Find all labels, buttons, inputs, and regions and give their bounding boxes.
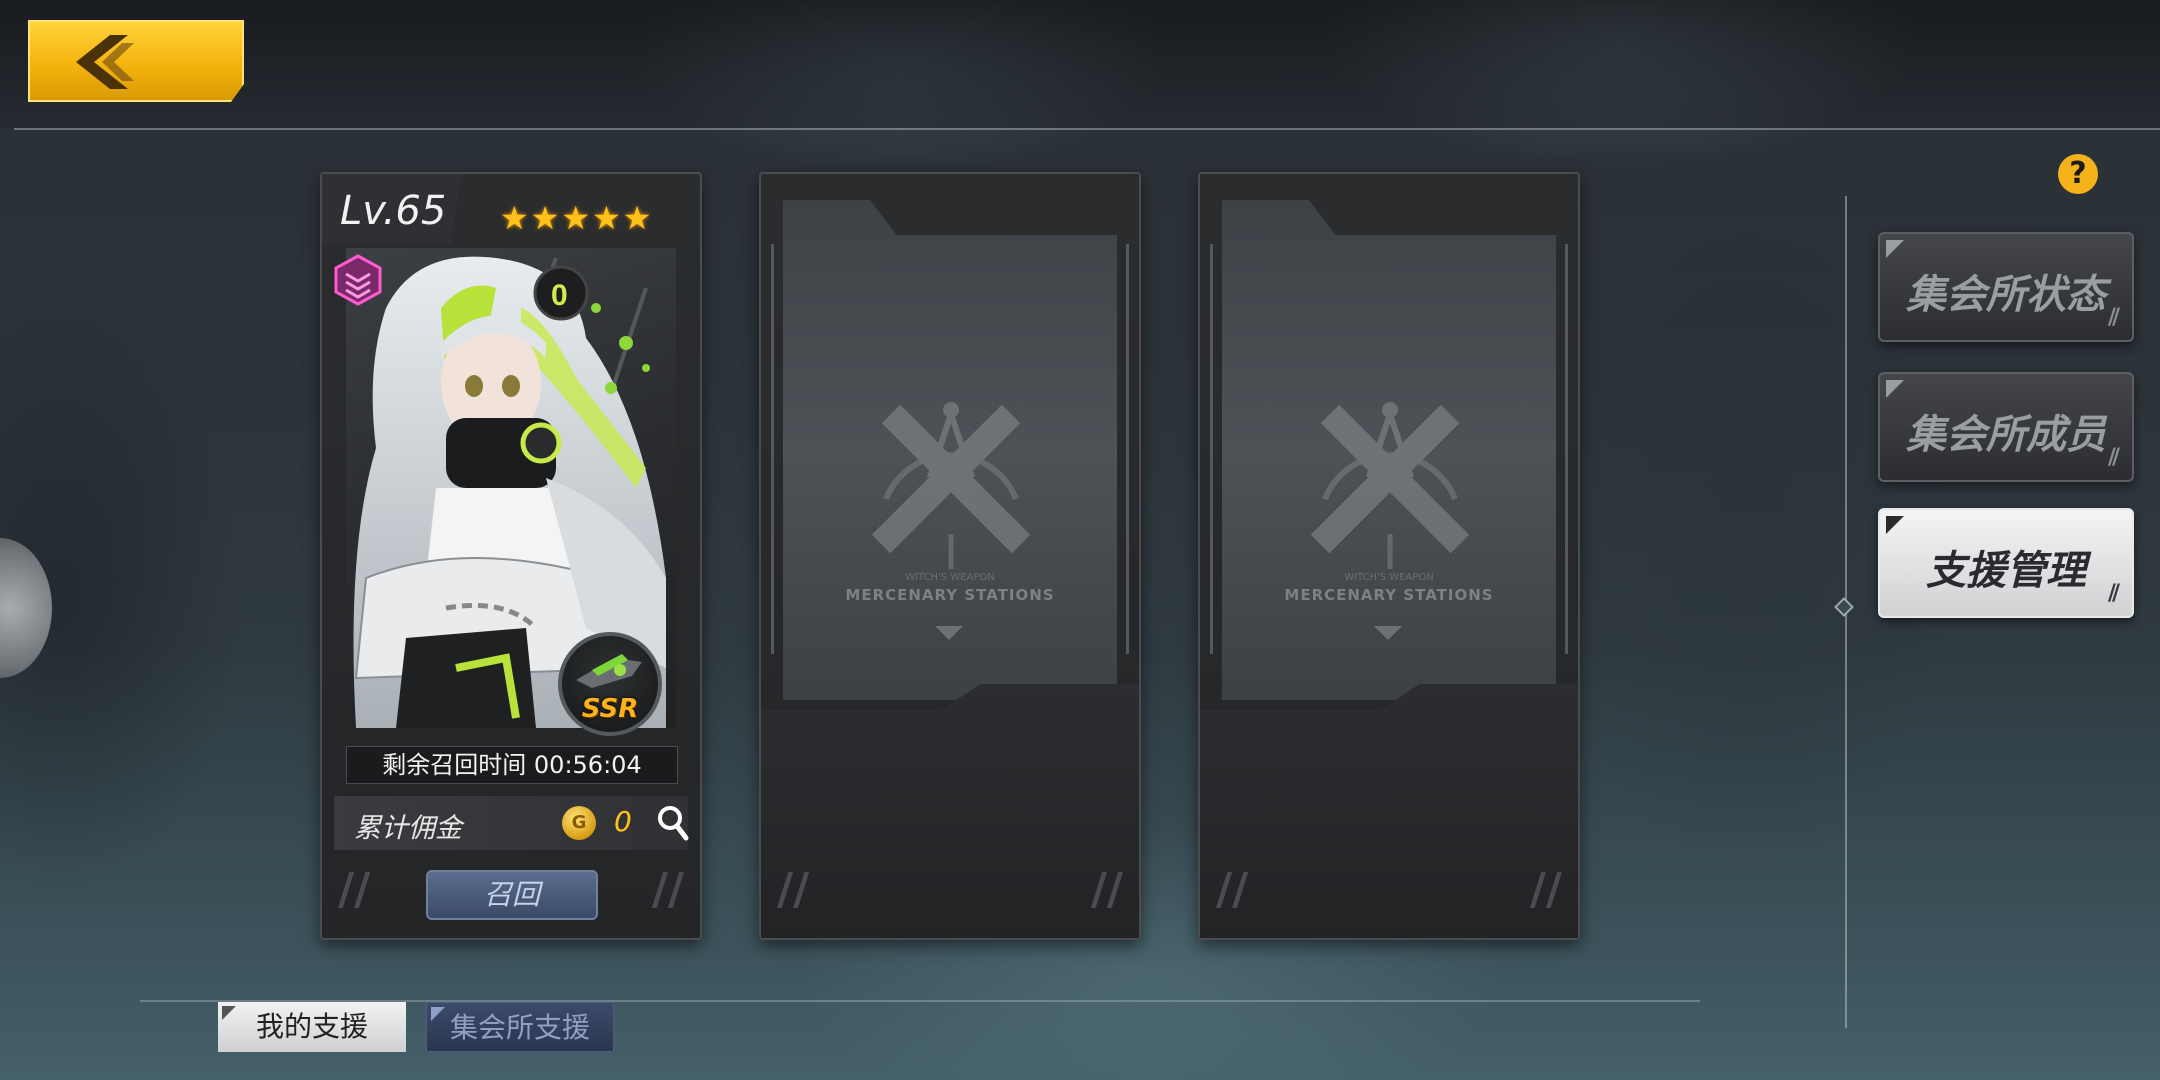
rarity-label: SSR: [581, 694, 639, 724]
tab-club-support[interactable]: 集会所支援: [426, 1002, 614, 1052]
tab-label: 集会所支援: [449, 1011, 590, 1044]
help-button[interactable]: ?: [2058, 154, 2098, 194]
corner-mark: [1886, 240, 1904, 258]
star-icon: ★: [500, 199, 529, 237]
tab-label: 我的支援: [255, 1010, 368, 1043]
star-rating: ★ ★ ★ ★ ★: [500, 202, 651, 234]
deco-slash: //: [777, 864, 810, 915]
star-icon: ★: [592, 199, 621, 237]
deco-slash: //: [1090, 864, 1123, 915]
tab-my-support[interactable]: 我的支援: [218, 1002, 406, 1052]
station-label: MERCENARY STATIONS: [845, 586, 1055, 604]
commission-row: 累计佣金 G 0: [334, 796, 690, 850]
slot-lower-panel: [1200, 684, 1578, 938]
station-label: MERCENARY STATIONS: [1284, 586, 1494, 604]
station-sublabel: WITCH'S WEAPON: [1344, 572, 1434, 583]
deco-slash: //: [338, 864, 371, 915]
star-icon: ★: [530, 199, 560, 237]
weapon-icon: [576, 654, 642, 688]
back-button[interactable]: [28, 20, 244, 102]
stripes-icon: //: [2107, 305, 2120, 330]
svg-text:0: 0: [551, 279, 568, 312]
deco-slash: //: [1216, 864, 1249, 915]
recall-timer: 剩余召回时间 00:56:04: [346, 746, 678, 784]
mercenary-station-emblem-icon: [1310, 402, 1470, 569]
recall-button[interactable]: 召回: [426, 870, 598, 920]
stripes-icon: //: [2107, 445, 2120, 470]
mercenary-station-emblem-icon: [871, 402, 1031, 569]
top-bar: [0, 0, 2160, 128]
side-menu-label: 集会所成员: [1906, 412, 2106, 458]
star-icon: ★: [561, 199, 591, 237]
side-menu-label: 集会所状态: [1906, 272, 2106, 318]
level-label: Lv.65: [340, 188, 447, 234]
element-icon: [334, 254, 382, 310]
support-card-character[interactable]: Lv.65 ★ ★ ★ ★ ★ 0 SSR 剩余召回时间 00:56:04 累计…: [320, 172, 702, 940]
deco-slash: //: [651, 864, 684, 915]
down-triangle-icon: [935, 626, 963, 640]
chevron-left-icon: [76, 35, 134, 89]
deco-slash: //: [1529, 864, 1562, 915]
support-slot-empty[interactable]: WITCH'S WEAPON MERCENARY STATIONS // //: [759, 172, 1141, 940]
weapon-rarity-badge: SSR: [558, 632, 662, 736]
corner-mark: [1886, 380, 1904, 398]
station-sublabel: WITCH'S WEAPON: [905, 572, 995, 583]
support-slot-empty[interactable]: WITCH'S WEAPON MERCENARY STATIONS // //: [1198, 172, 1580, 940]
top-divider: [14, 128, 2160, 130]
corner-mark: [222, 1006, 236, 1020]
stripes-icon: //: [2107, 581, 2120, 606]
commission-label: 累计佣金: [354, 813, 462, 844]
down-triangle-icon: [1374, 626, 1402, 640]
magnifier-icon[interactable]: [656, 804, 690, 846]
side-menu-club-members[interactable]: 集会所成员 //: [1878, 372, 2134, 482]
star-icon: ★: [622, 199, 652, 237]
corner-mark: [1886, 516, 1904, 534]
side-menu-support-management[interactable]: 支援管理 //: [1878, 508, 2134, 618]
corner-mark: [431, 1007, 445, 1021]
side-menu-club-status[interactable]: 集会所状态 //: [1878, 232, 2134, 342]
slot-lower-panel: [761, 684, 1139, 938]
commission-value: 0: [614, 805, 632, 838]
side-menu-label: 支援管理: [1926, 548, 2086, 594]
coin-icon: G: [562, 806, 596, 840]
